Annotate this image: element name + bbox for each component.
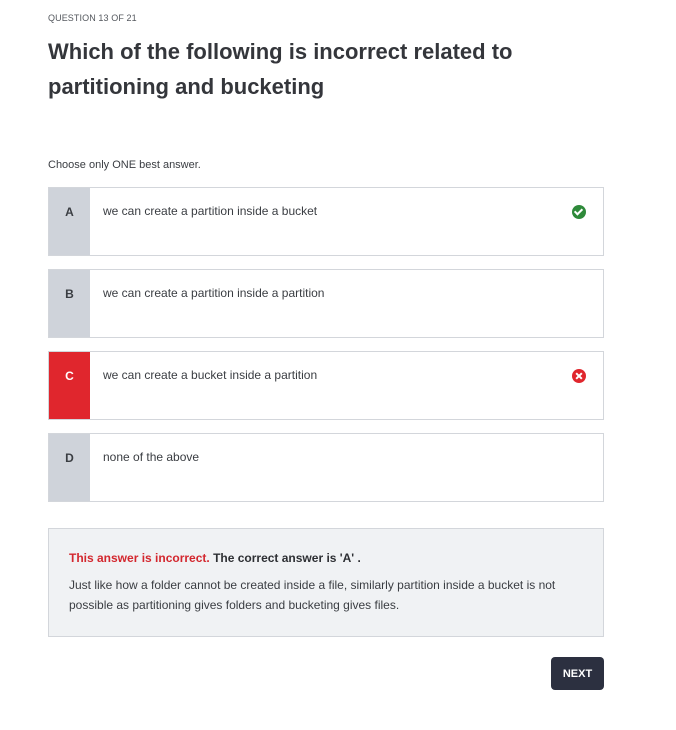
check-circle-icon — [572, 205, 586, 219]
answer-option-c[interactable]: C we can create a bucket inside a partit… — [48, 351, 604, 420]
question-progress: QUESTION 13 OF 21 — [48, 13, 137, 23]
answer-feedback-panel: This answer is incorrect. The correct an… — [48, 528, 604, 637]
question-title: Which of the following is incorrect rela… — [48, 39, 513, 99]
option-letter: A — [49, 188, 90, 255]
option-text: we can create a partition inside a bucke… — [103, 204, 318, 218]
answer-option-d[interactable]: D none of the above — [48, 433, 604, 502]
option-letter: D — [49, 434, 90, 501]
option-text: we can create a partition inside a parti… — [103, 286, 325, 300]
x-circle-icon — [572, 369, 586, 383]
answer-options: A we can create a partition inside a buc… — [48, 187, 604, 515]
next-button[interactable]: NEXT — [551, 657, 604, 690]
option-letter: C — [49, 352, 90, 419]
answer-instruction: Choose only ONE best answer. — [48, 159, 201, 171]
feedback-result: This answer is incorrect. The correct an… — [69, 551, 583, 565]
answer-option-b[interactable]: B we can create a partition inside a par… — [48, 269, 604, 338]
option-text: none of the above — [103, 450, 200, 464]
feedback-explanation: Just like how a folder cannot be created… — [69, 578, 556, 612]
incorrect-label: This answer is incorrect. — [69, 551, 210, 565]
option-text: we can create a bucket inside a partitio… — [103, 368, 318, 382]
correct-answer-label: The correct answer is 'A' . — [213, 551, 361, 565]
answer-option-a[interactable]: A we can create a partition inside a buc… — [48, 187, 604, 256]
option-letter: B — [49, 270, 90, 337]
